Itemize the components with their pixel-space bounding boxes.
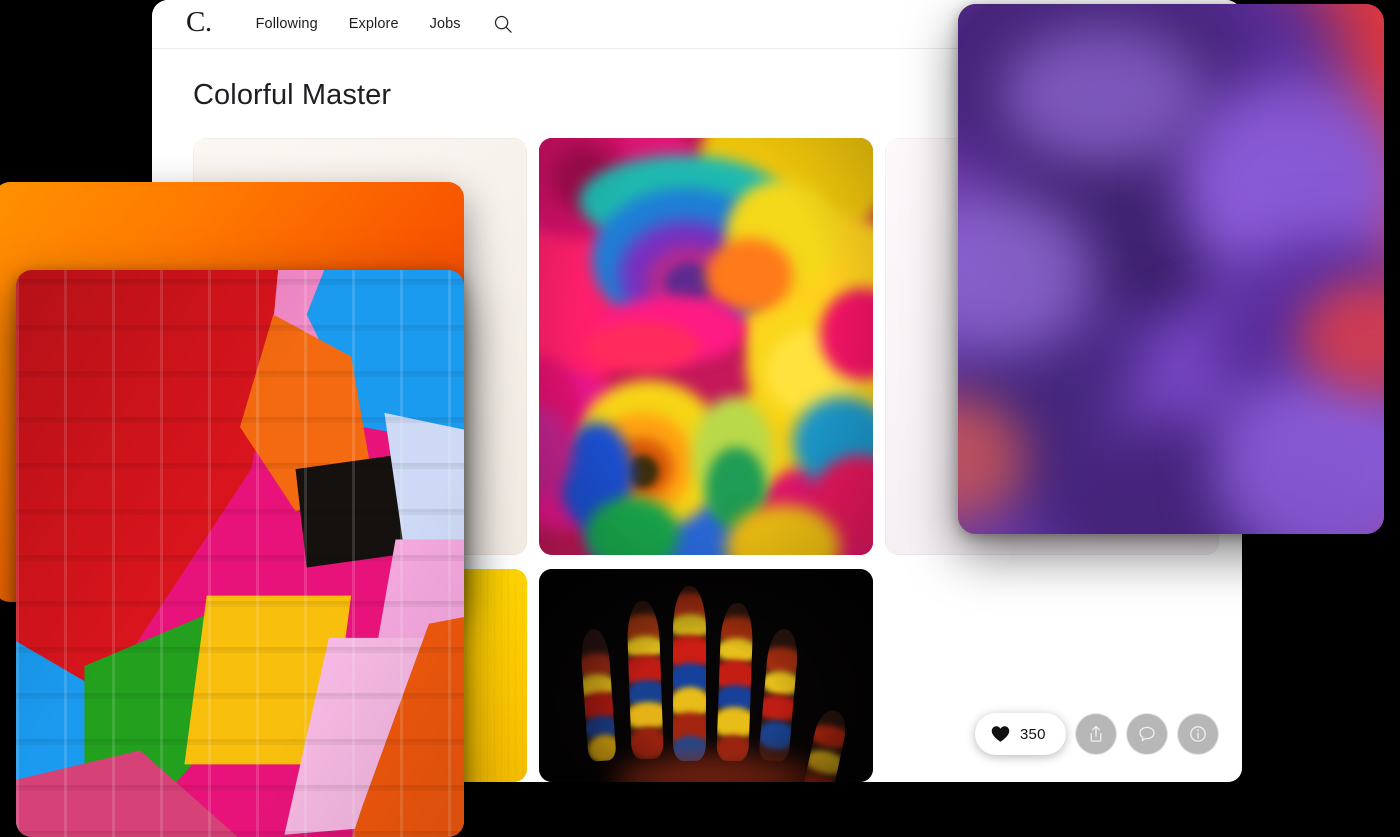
comment-button[interactable] — [1126, 713, 1168, 755]
site-logo[interactable]: C. — [186, 8, 212, 40]
gallery-card-2-roses[interactable] — [539, 138, 873, 555]
colorful-brick-wall-mural — [16, 270, 464, 837]
rainbow-roses-image — [539, 138, 873, 555]
heart-icon — [991, 725, 1010, 743]
share-icon — [1086, 724, 1106, 744]
nav-link-jobs[interactable]: Jobs — [430, 16, 461, 32]
info-button[interactable] — [1177, 713, 1219, 755]
comment-icon — [1137, 724, 1157, 744]
brick-shading — [16, 270, 464, 837]
brick-wall-card[interactable] — [16, 270, 464, 837]
like-count: 350 — [1020, 726, 1046, 743]
painted-hands-image — [539, 569, 873, 782]
nav-link-following[interactable]: Following — [256, 16, 318, 32]
like-button[interactable]: 350 — [975, 713, 1066, 755]
purple-smoke-card[interactable] — [958, 4, 1384, 534]
screenshot-stage: C. Following Explore Jobs Cr Colorful Ma… — [0, 0, 1400, 837]
nav-link-explore[interactable]: Explore — [349, 16, 399, 32]
smoke-tint — [958, 4, 1384, 534]
gallery-card-5-hands[interactable] — [539, 569, 873, 782]
nav-links: Following Explore Jobs — [256, 16, 461, 32]
image-action-toolbar: 350 — [975, 712, 1219, 756]
share-button[interactable] — [1075, 713, 1117, 755]
info-icon — [1188, 724, 1208, 744]
search-icon[interactable] — [492, 13, 514, 35]
